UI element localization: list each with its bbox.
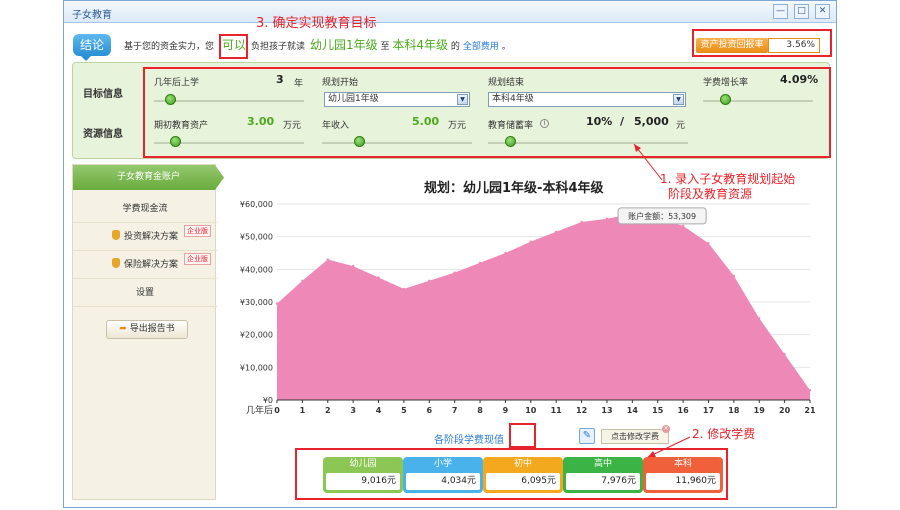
annotation-arrows [633, 143, 691, 458]
annotation-arrowhead-step1 [634, 144, 641, 152]
